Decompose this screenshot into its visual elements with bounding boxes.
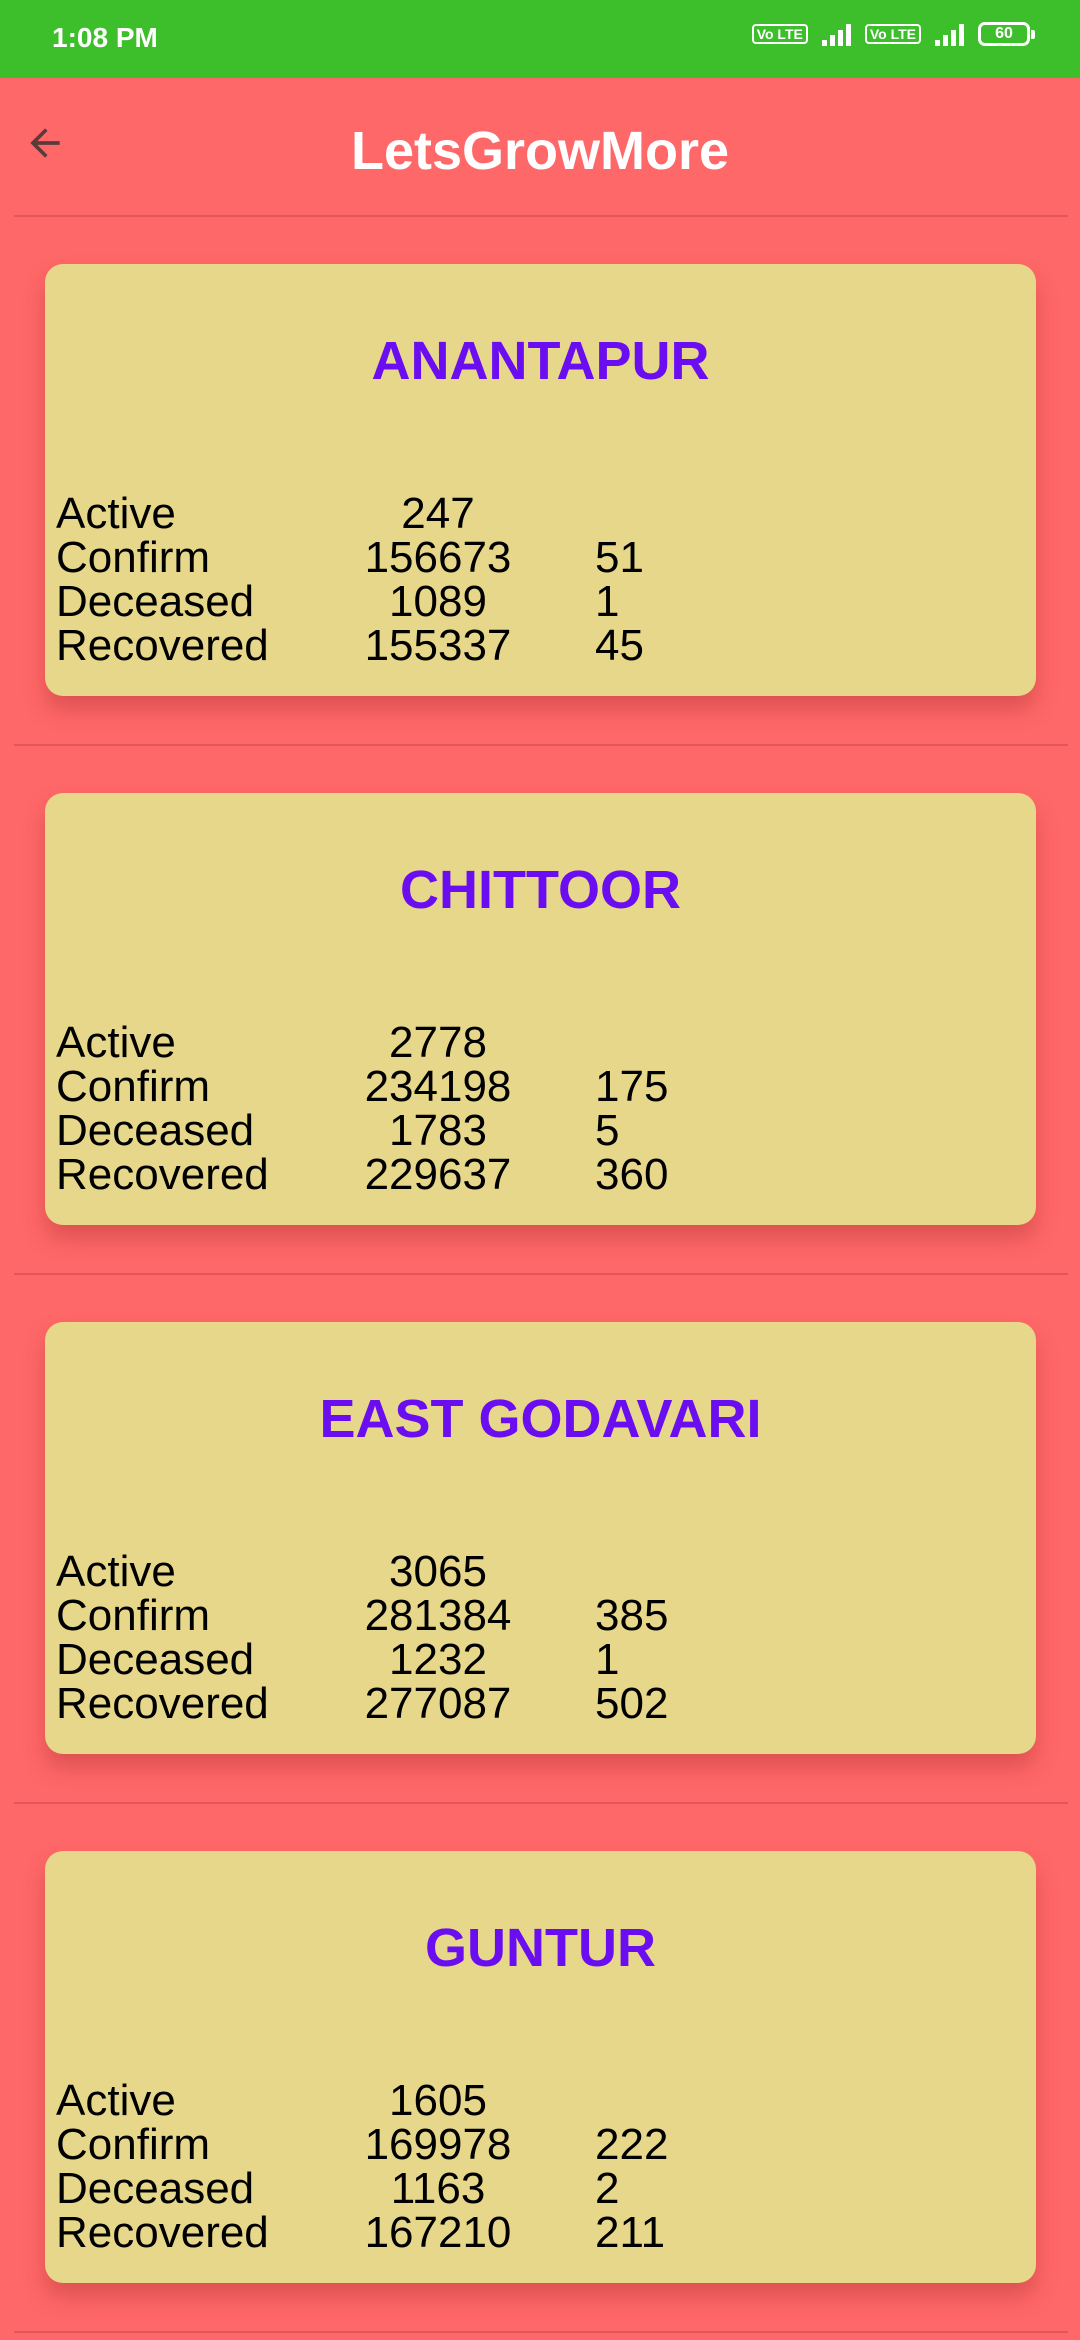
stat-label: Deceased xyxy=(56,2164,255,2213)
stat-value: 2778 xyxy=(389,1018,487,1067)
volte-icon: Vo LTE xyxy=(751,24,808,44)
stat-row: Active 247 xyxy=(56,492,956,536)
stat-label: Deceased xyxy=(56,577,255,626)
stat-value: 1232 xyxy=(389,1635,487,1684)
stat-label: Recovered xyxy=(56,1679,269,1728)
stat-delta: 1 xyxy=(595,1635,620,1684)
stat-value: 1163 xyxy=(390,2164,486,2213)
stat-label: Confirm xyxy=(56,1062,211,1111)
district-card[interactable]: GUNTUR Active 1605 Confirm 169978 222 Deceased… xyxy=(45,1851,1036,2283)
status-icons: Vo LTE Vo LTE 60 xyxy=(751,22,1035,46)
stat-value: 1605 xyxy=(389,2076,487,2125)
page-title: LetsGrowMore xyxy=(350,121,730,181)
stat-row: Active 1605 xyxy=(56,2079,956,2123)
battery-icon: 60 xyxy=(978,22,1035,46)
stat-value: 234198 xyxy=(364,1062,512,1111)
district-name: GUNTUR xyxy=(425,1918,656,1978)
stat-label: Confirm xyxy=(56,533,211,582)
status-time: 1:08 PM xyxy=(52,22,158,53)
stat-value: 1089 xyxy=(389,577,487,626)
stat-row: Confirm 234198 175 xyxy=(56,1065,956,1109)
stat-label: Active xyxy=(56,1547,176,1596)
stat-row: Deceased 1163 2 xyxy=(56,2167,956,2211)
stat-value: 167210 xyxy=(364,2208,512,2257)
district-card[interactable]: EAST GODAVARI Active 3065 Confirm 281384 385 D… xyxy=(45,1322,1036,1754)
signal-icon xyxy=(935,22,964,46)
district-name: ANANTAPUR xyxy=(371,331,710,391)
stat-delta: 502 xyxy=(595,1679,669,1728)
stat-delta: 2 xyxy=(595,2164,620,2213)
stat-value: 1783 xyxy=(389,1106,487,1155)
stat-value: 3065 xyxy=(389,1547,487,1596)
signal-icon xyxy=(821,22,851,46)
stat-label: Active xyxy=(56,1018,176,1067)
stat-label: Active xyxy=(56,489,176,538)
district-name: CHITTOOR xyxy=(400,860,681,920)
stat-row: Confirm 281384 385 xyxy=(56,1594,956,1638)
stat-delta: 51 xyxy=(595,533,644,582)
stat-label: Recovered xyxy=(56,1150,269,1199)
stat-row: Deceased 1089 1 xyxy=(56,580,956,624)
stat-row: Recovered 155337 45 xyxy=(56,624,956,668)
stat-delta: 385 xyxy=(595,1591,669,1640)
stat-value: 247 xyxy=(401,489,475,538)
divider xyxy=(14,2331,1068,2333)
stat-label: Recovered xyxy=(56,621,269,670)
stat-row: Confirm 169978 222 xyxy=(56,2123,956,2167)
stat-value: 281384 xyxy=(364,1591,512,1640)
stat-row: Active 2778 xyxy=(56,1021,956,1065)
stat-label: Active xyxy=(56,2076,176,2125)
stat-row: Deceased 1783 5 xyxy=(56,1109,956,1153)
stat-delta: 5 xyxy=(595,1106,620,1155)
divider xyxy=(14,1802,1068,1804)
stat-delta: 175 xyxy=(595,1062,669,1111)
divider xyxy=(14,1273,1068,1275)
stat-value: 229637 xyxy=(364,1150,512,1199)
stat-value: 155337 xyxy=(364,621,512,670)
stat-delta: 222 xyxy=(595,2120,669,2169)
status-bar: 1:08 PM Vo LTE Vo LTE 60 xyxy=(0,0,1080,78)
stat-label: Confirm xyxy=(56,2120,211,2169)
divider xyxy=(14,744,1068,746)
app-bar: LetsGrowMore xyxy=(0,78,1080,216)
stat-label: Recovered xyxy=(56,2208,269,2257)
district-card[interactable]: CHITTOOR Active 2778 Confirm 234198 175 Deceas… xyxy=(45,793,1036,1225)
divider xyxy=(14,215,1068,217)
district-card[interactable]: ANANTAPUR Active 247 Confirm 156673 51 Decease… xyxy=(45,264,1036,696)
stat-row: Recovered 277087 502 xyxy=(56,1682,956,1726)
stat-delta: 360 xyxy=(595,1150,669,1199)
stat-label: Deceased xyxy=(56,1106,255,1155)
volte-icon: Vo LTE xyxy=(864,24,921,44)
stat-row: Recovered 167210 211 xyxy=(56,2211,956,2255)
stat-delta: 45 xyxy=(595,621,644,670)
stat-value: 169978 xyxy=(364,2120,512,2169)
stat-row: Confirm 156673 51 xyxy=(56,536,956,580)
stat-row: Active 3065 xyxy=(56,1550,956,1594)
stat-delta: 211 xyxy=(595,2208,666,2257)
stat-row: Recovered 229637 360 xyxy=(56,1153,956,1197)
stat-label: Deceased xyxy=(56,1635,255,1684)
stat-value: 156673 xyxy=(364,533,512,582)
stat-value: 277087 xyxy=(364,1679,512,1728)
stat-label: Confirm xyxy=(56,1591,211,1640)
district-name: EAST GODAVARI xyxy=(319,1389,762,1449)
stat-row: Deceased 1232 1 xyxy=(56,1638,956,1682)
stat-delta: 1 xyxy=(595,577,620,626)
